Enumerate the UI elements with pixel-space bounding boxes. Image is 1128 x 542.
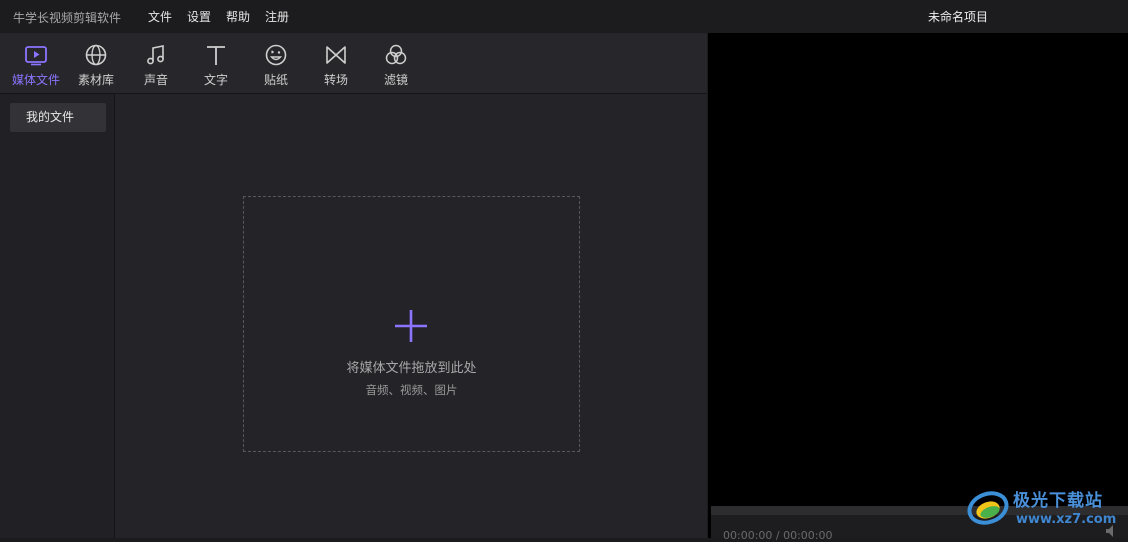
media-files-icon — [25, 46, 47, 66]
tool-label: 声音 — [143, 73, 168, 87]
tool-transitions[interactable]: 转场 — [306, 43, 366, 89]
media-drop-zone[interactable]: 将媒体文件拖放到此处 音频、视频、图片 — [243, 196, 580, 452]
plus-icon — [395, 310, 427, 342]
menu-file[interactable]: 文件 — [148, 8, 172, 25]
tool-label: 滤镜 — [383, 73, 408, 87]
tool-text[interactable]: 文字 — [186, 43, 246, 89]
sidebar-item-my-files[interactable]: 我的文件 — [10, 103, 106, 132]
drop-zone-title: 将媒体文件拖放到此处 — [346, 361, 477, 376]
tool-media-files[interactable]: 媒体文件 — [6, 43, 66, 89]
filter-circles-icon — [385, 44, 407, 65]
menu-bar: 文件 设置 帮助 注册 — [148, 8, 289, 25]
title-bar: 牛学长视频剪辑软件 文件 设置 帮助 注册 未命名项目 — [0, 0, 1128, 33]
text-t-icon — [207, 46, 225, 65]
watermark-url: www.xz7.com — [1016, 512, 1117, 527]
menu-help[interactable]: 帮助 — [226, 8, 250, 25]
app-name: 牛学长视频剪辑软件 — [13, 11, 122, 25]
media-library-panel: 将媒体文件拖放到此处 音频、视频、图片 — [115, 94, 707, 538]
sticker-face-icon — [265, 44, 287, 66]
tool-label: 文字 — [203, 73, 228, 87]
tool-label: 素材库 — [77, 73, 114, 87]
tool-material-library[interactable]: 素材库 — [66, 43, 126, 89]
media-toolbar: 媒体文件 素材库 声音 文字 贴纸 转场 滤镜 — [0, 33, 707, 94]
tool-audio[interactable]: 声音 — [126, 43, 186, 89]
watermark-brand: 极光下载站 — [1013, 491, 1103, 511]
tool-label: 媒体文件 — [11, 73, 60, 87]
tool-label: 转场 — [323, 73, 348, 87]
project-title: 未命名项目 — [928, 10, 989, 24]
media-sidebar: 我的文件 — [0, 94, 115, 538]
tool-label: 贴纸 — [263, 73, 288, 87]
tool-filters[interactable]: 滤镜 — [366, 43, 426, 89]
bowtie-transition-icon — [326, 46, 346, 64]
music-note-icon — [147, 45, 164, 65]
menu-settings[interactable]: 设置 — [187, 8, 211, 25]
watermark: 极光下载站 www.xz7.com — [966, 484, 1126, 534]
tool-stickers[interactable]: 贴纸 — [246, 43, 306, 89]
globe-icon — [85, 44, 107, 66]
video-preview — [708, 33, 1128, 538]
menu-register[interactable]: 注册 — [265, 8, 289, 25]
drop-zone-subtitle: 音频、视频、图片 — [365, 383, 458, 397]
playback-time: 00:00:00 / 00:00:00 — [723, 529, 833, 542]
watermark-logo-icon — [967, 491, 1009, 525]
